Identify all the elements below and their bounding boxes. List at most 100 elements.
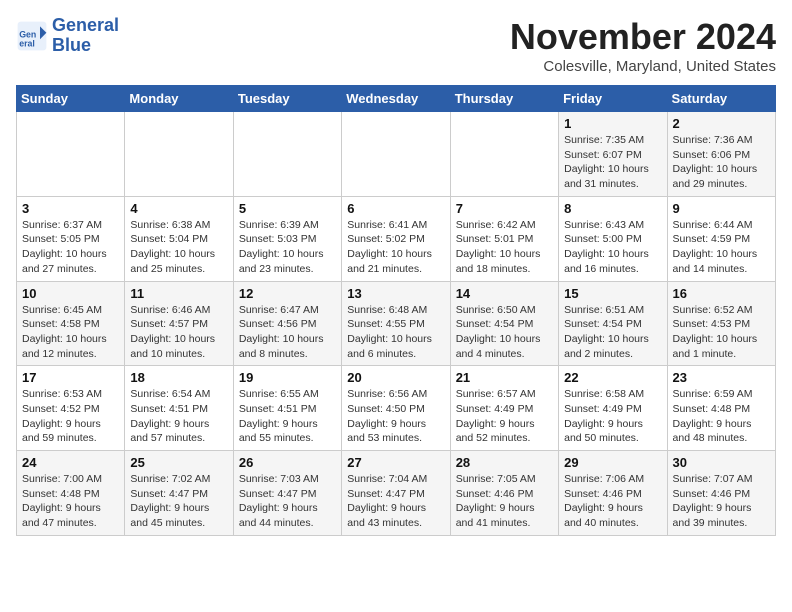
day-info: Sunrise: 7:04 AMSunset: 4:47 PMDaylight:…: [347, 472, 444, 531]
calendar-cell: 16 Sunrise: 6:52 AMSunset: 4:53 PMDayligh…: [667, 281, 775, 366]
day-number: 17: [22, 370, 119, 385]
day-number: 15: [564, 286, 661, 301]
calendar-cell: 1 Sunrise: 7:35 AMSunset: 6:07 PMDaylight…: [559, 112, 667, 197]
day-info: Sunrise: 6:41 AMSunset: 5:02 PMDaylight:…: [347, 218, 444, 277]
column-header-monday: Monday: [125, 86, 233, 112]
svg-text:eral: eral: [19, 38, 35, 48]
calendar-cell: 11Sunrise: 6:46 AMSunset: 4:57 PMDayligh…: [125, 281, 233, 366]
day-number: 25: [130, 455, 227, 470]
day-number: 6: [347, 201, 444, 216]
calendar-cell: 3Sunrise: 6:37 AMSunset: 5:05 PMDaylight…: [17, 196, 125, 281]
logo: Gen eral General Blue: [16, 16, 119, 56]
day-number: 9: [673, 201, 770, 216]
logo-line2: Blue: [52, 36, 119, 56]
day-number: 10: [22, 286, 119, 301]
day-number: 27: [347, 455, 444, 470]
calendar-cell: 20 Sunrise: 6:56 AMSunset: 4:50 PMDayligh…: [342, 366, 450, 451]
day-info: Sunrise: 6:47 AMSunset: 4:56 PMDaylight:…: [239, 303, 336, 362]
calendar-cell: 5Sunrise: 6:39 AMSunset: 5:03 PMDaylight…: [233, 196, 341, 281]
calendar-cell: 29 Sunrise: 7:06 AMSunset: 4:46 PMDayligh…: [559, 451, 667, 536]
column-header-sunday: Sunday: [17, 86, 125, 112]
calendar-cell: 8Sunrise: 6:43 AMSunset: 5:00 PMDaylight…: [559, 196, 667, 281]
day-number: 4: [130, 201, 227, 216]
day-number: 20: [347, 370, 444, 385]
calendar-week-row: 17 Sunrise: 6:53 AMSunset: 4:52 PMDayligh…: [17, 366, 776, 451]
day-number: 22: [564, 370, 661, 385]
calendar-cell: [342, 112, 450, 197]
logo-line1: General: [52, 16, 119, 36]
day-info: Sunrise: 6:39 AMSunset: 5:03 PMDaylight:…: [239, 218, 336, 277]
calendar-cell: 25Sunrise: 7:02 AMSunset: 4:47 PMDayligh…: [125, 451, 233, 536]
calendar-cell: 24 Sunrise: 7:00 AMSunset: 4:48 PMDayligh…: [17, 451, 125, 536]
day-info: Sunrise: 6:56 AMSunset: 4:50 PMDaylight:…: [347, 387, 444, 446]
day-number: 3: [22, 201, 119, 216]
day-number: 18: [130, 370, 227, 385]
column-header-saturday: Saturday: [667, 86, 775, 112]
calendar-cell: 14 Sunrise: 6:50 AMSunset: 4:54 PMDayligh…: [450, 281, 558, 366]
day-info: Sunrise: 6:57 AMSunset: 4:49 PMDaylight:…: [456, 387, 553, 446]
column-header-tuesday: Tuesday: [233, 86, 341, 112]
day-number: 23: [673, 370, 770, 385]
calendar-cell: [125, 112, 233, 197]
calendar-cell: 18 Sunrise: 6:54 AMSunset: 4:51 PMDayligh…: [125, 366, 233, 451]
day-number: 30: [673, 455, 770, 470]
calendar-cell: 17 Sunrise: 6:53 AMSunset: 4:52 PMDayligh…: [17, 366, 125, 451]
day-number: 12: [239, 286, 336, 301]
day-info: Sunrise: 7:35 AMSunset: 6:07 PMDaylight:…: [564, 133, 661, 192]
location: Colesville, Maryland, United States: [510, 58, 776, 75]
day-number: 19: [239, 370, 336, 385]
day-info: Sunrise: 7:06 AMSunset: 4:46 PMDaylight:…: [564, 472, 661, 531]
calendar-cell: 19 Sunrise: 6:55 AMSunset: 4:51 PMDayligh…: [233, 366, 341, 451]
day-info: Sunrise: 6:51 AMSunset: 4:54 PMDaylight:…: [564, 303, 661, 362]
day-info: Sunrise: 6:54 AMSunset: 4:51 PMDaylight:…: [130, 387, 227, 446]
day-info: Sunrise: 6:38 AMSunset: 5:04 PMDaylight:…: [130, 218, 227, 277]
day-number: 13: [347, 286, 444, 301]
calendar-cell: 7Sunrise: 6:42 AMSunset: 5:01 PMDaylight…: [450, 196, 558, 281]
column-header-thursday: Thursday: [450, 86, 558, 112]
day-number: 2: [673, 116, 770, 131]
day-info: Sunrise: 6:46 AMSunset: 4:57 PMDaylight:…: [130, 303, 227, 362]
calendar-week-row: 3Sunrise: 6:37 AMSunset: 5:05 PMDaylight…: [17, 196, 776, 281]
day-info: Sunrise: 6:44 AMSunset: 4:59 PMDaylight:…: [673, 218, 770, 277]
day-number: 24: [22, 455, 119, 470]
calendar-week-row: 10Sunrise: 6:45 AMSunset: 4:58 PMDayligh…: [17, 281, 776, 366]
column-header-friday: Friday: [559, 86, 667, 112]
day-info: Sunrise: 6:50 AMSunset: 4:54 PMDaylight:…: [456, 303, 553, 362]
calendar-cell: 28Sunrise: 7:05 AMSunset: 4:46 PMDayligh…: [450, 451, 558, 536]
day-info: Sunrise: 6:48 AMSunset: 4:55 PMDaylight:…: [347, 303, 444, 362]
day-info: Sunrise: 6:59 AMSunset: 4:48 PMDaylight:…: [673, 387, 770, 446]
month-title: November 2024: [510, 16, 776, 58]
day-number: 21: [456, 370, 553, 385]
day-info: Sunrise: 6:42 AMSunset: 5:01 PMDaylight:…: [456, 218, 553, 277]
day-info: Sunrise: 7:03 AMSunset: 4:47 PMDaylight:…: [239, 472, 336, 531]
day-number: 14: [456, 286, 553, 301]
calendar-cell: 21 Sunrise: 6:57 AMSunset: 4:49 PMDayligh…: [450, 366, 558, 451]
day-info: Sunrise: 6:53 AMSunset: 4:52 PMDaylight:…: [22, 387, 119, 446]
calendar-week-row: 24 Sunrise: 7:00 AMSunset: 4:48 PMDayligh…: [17, 451, 776, 536]
day-info: Sunrise: 7:00 AMSunset: 4:48 PMDaylight:…: [22, 472, 119, 531]
calendar-cell: [450, 112, 558, 197]
calendar-cell: 15 Sunrise: 6:51 AMSunset: 4:54 PMDayligh…: [559, 281, 667, 366]
day-number: 1: [564, 116, 661, 131]
logo-icon: Gen eral: [16, 20, 48, 52]
day-number: 16: [673, 286, 770, 301]
day-info: Sunrise: 6:52 AMSunset: 4:53 PMDaylight:…: [673, 303, 770, 362]
day-info: Sunrise: 7:05 AMSunset: 4:46 PMDaylight:…: [456, 472, 553, 531]
day-info: Sunrise: 6:55 AMSunset: 4:51 PMDaylight:…: [239, 387, 336, 446]
day-info: Sunrise: 7:36 AMSunset: 6:06 PMDaylight:…: [673, 133, 770, 192]
day-info: Sunrise: 6:43 AMSunset: 5:00 PMDaylight:…: [564, 218, 661, 277]
day-info: Sunrise: 6:58 AMSunset: 4:49 PMDaylight:…: [564, 387, 661, 446]
day-number: 29: [564, 455, 661, 470]
day-number: 26: [239, 455, 336, 470]
title-block: November 2024 Colesville, Maryland, Unit…: [510, 16, 776, 75]
calendar-cell: [17, 112, 125, 197]
calendar-cell: 4 Sunrise: 6:38 AMSunset: 5:04 PMDaylight…: [125, 196, 233, 281]
calendar-cell: 12 Sunrise: 6:47 AMSunset: 4:56 PMDayligh…: [233, 281, 341, 366]
calendar-cell: 13 Sunrise: 6:48 AMSunset: 4:55 PMDayligh…: [342, 281, 450, 366]
calendar-cell: 30Sunrise: 7:07 AMSunset: 4:46 PMDayligh…: [667, 451, 775, 536]
calendar-cell: 9 Sunrise: 6:44 AMSunset: 4:59 PMDaylight…: [667, 196, 775, 281]
logo-text: General Blue: [52, 16, 119, 56]
calendar-cell: [233, 112, 341, 197]
calendar-cell: 27 Sunrise: 7:04 AMSunset: 4:47 PMDayligh…: [342, 451, 450, 536]
calendar-header-row: SundayMondayTuesdayWednesdayThursdayFrid…: [17, 86, 776, 112]
